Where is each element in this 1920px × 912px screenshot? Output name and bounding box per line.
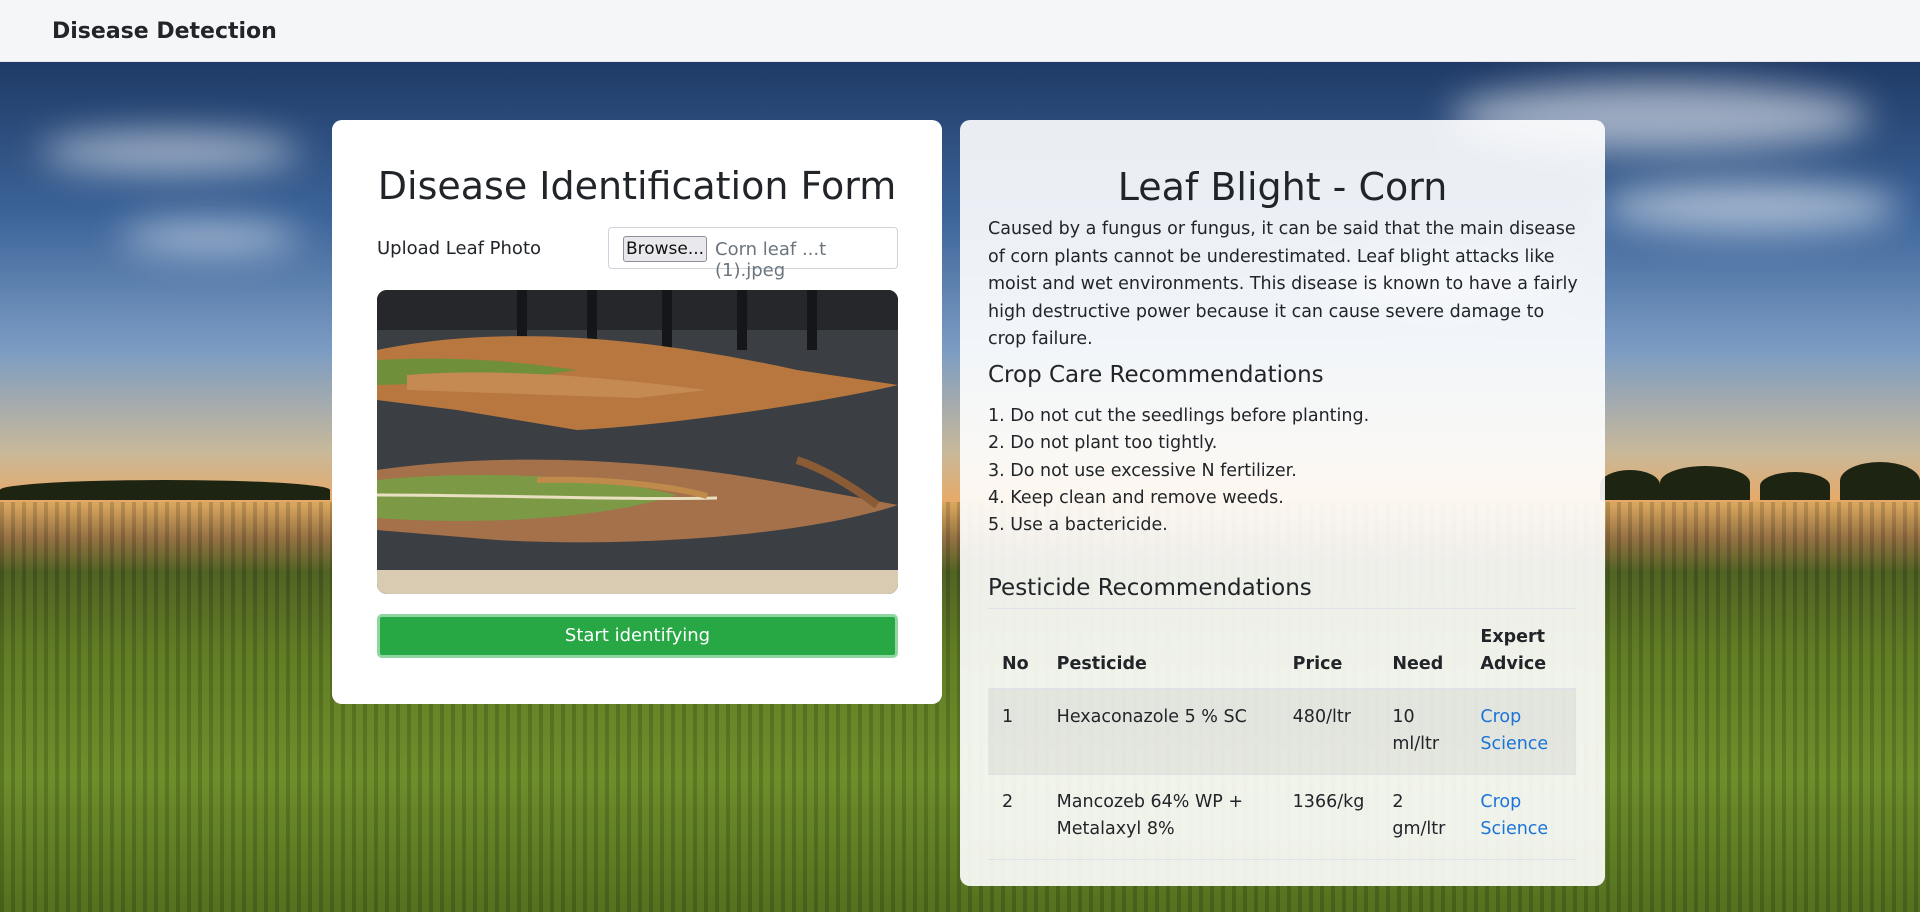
cell-no: 1 [988,689,1043,775]
cell-need: 10 ml/ltr [1378,689,1467,775]
column-header-price: Price [1278,616,1379,690]
care-item: 2. Do not plant too tightly. [988,433,1218,454]
table-row: 1 Hexaconazole 5 % SC 480/ltr 10 ml/ltr … [988,689,1576,775]
column-header-expert-advice: Expert Advice [1466,616,1576,690]
navbar: Disease Detection [0,0,1920,62]
selected-file-name: Corn leaf ...t (1).jpeg [715,239,827,281]
cell-pesticide: Mancozeb 64% WP + Metalaxyl 8% [1042,774,1279,860]
care-recommendations-list: 1. Do not cut the seedlings before plant… [988,403,1369,539]
care-item: 4. Keep clean and remove weeds. [988,487,1284,508]
upload-label: Upload Leaf Photo [377,238,542,259]
identification-form-card: Disease Identification Form Upload Leaf … [332,120,942,704]
care-item: 1. Do not cut the seedlings before plant… [988,406,1370,426]
disease-title: Leaf Blight - Corn [1117,165,1448,209]
cell-expert-advice: Crop Science [1466,689,1576,775]
section-divider [988,608,1576,609]
column-header-pesticide: Pesticide [1042,616,1279,690]
browse-button[interactable]: Browse... [623,236,707,262]
navbar-brand[interactable]: Disease Detection [52,19,277,44]
pesticide-recommendations-title: Pesticide Recommendations [988,575,1312,601]
start-identifying-button[interactable]: Start identifying [377,614,898,658]
cell-pesticide: Hexaconazole 5 % SC [1042,689,1279,775]
table-header-row: No Pesticide Price Need Expert Advice [988,616,1576,690]
table-row: 2 Mancozeb 64% WP + Metalaxyl 8% 1366/kg… [988,774,1576,860]
care-item: 5. Use a bactericide. [988,515,1168,536]
file-input[interactable]: Browse... Corn leaf ...t (1).jpeg [608,227,898,281]
disease-description: Caused by a fungus or fungus, it can be … [988,219,1578,349]
care-recommendations-title: Crop Care Recommendations [988,362,1324,388]
cell-price: 1366/kg [1278,774,1379,860]
result-card: Leaf Blight - Corn Caused by a fungus or… [960,120,1605,886]
cell-no: 2 [988,774,1043,860]
expert-advice-link[interactable]: Crop Science [1480,707,1548,754]
expert-advice-link[interactable]: Crop Science [1480,792,1548,839]
column-header-need: Need [1378,616,1467,690]
column-header-no: No [988,616,1043,690]
form-title: Disease Identification Form [377,164,897,208]
cell-need: 2 gm/ltr [1378,774,1467,860]
cell-expert-advice: Crop Science [1466,774,1576,860]
care-item: 3. Do not use excessive N fertilizer. [988,460,1297,481]
pesticide-table: No Pesticide Price Need Expert Advice 1 … [988,616,1576,860]
cell-price: 480/ltr [1278,689,1379,775]
leaf-photo-preview [377,290,898,594]
